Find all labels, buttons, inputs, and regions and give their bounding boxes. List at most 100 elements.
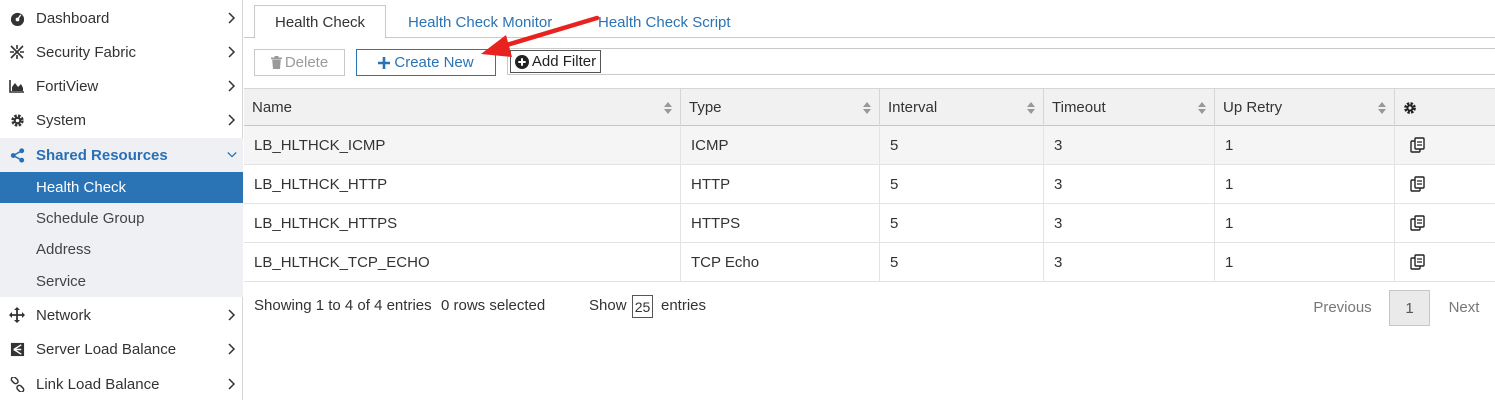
clone-icon	[1410, 254, 1426, 270]
sidebar-item-label: Link Load Balance	[36, 375, 160, 393]
column-settings-button[interactable]	[1395, 89, 1495, 126]
clone-button[interactable]	[1395, 126, 1495, 164]
table-row[interactable]: LB_HLTHCK_TCP_ECHO TCP Echo 5 3 1	[244, 243, 1495, 282]
delete-button[interactable]: Delete	[254, 49, 345, 76]
clone-button[interactable]	[1395, 243, 1495, 281]
cell-up-retry: 1	[1215, 165, 1395, 203]
clone-icon	[1410, 137, 1426, 153]
tab-bar: Health Check Health Check Monitor Health…	[244, 0, 1495, 39]
column-label: Timeout	[1052, 99, 1106, 116]
filter-bar[interactable]	[507, 48, 1495, 75]
cell-interval: 5	[880, 126, 1044, 164]
sidebar-item-label: System	[36, 111, 87, 129]
cell-timeout: 3	[1044, 204, 1215, 242]
sort-icon	[863, 101, 871, 114]
sidebar-item-label: Shared Resources	[36, 146, 168, 164]
table-row[interactable]: LB_HLTHCK_HTTP HTTP 5 3 1	[244, 165, 1495, 204]
entries-summary: Showing 1 to 4 of 4 entries	[254, 297, 432, 314]
sidebar-item-health-check[interactable]: Health Check	[0, 172, 243, 203]
sort-icon	[664, 101, 672, 114]
sidebar-item-fortiview[interactable]: FortiView	[0, 71, 243, 101]
next-page-button[interactable]: Next	[1433, 290, 1495, 325]
previous-page-button[interactable]: Previous	[1300, 290, 1385, 325]
cell-name: LB_HLTHCK_TCP_ECHO	[244, 243, 681, 281]
cell-interval: 5	[880, 165, 1044, 203]
cell-name: LB_HLTHCK_HTTP	[244, 165, 681, 203]
column-header-name[interactable]: Name	[244, 89, 681, 126]
sidebar-item-dashboard[interactable]: Dashboard	[0, 3, 243, 33]
table-row[interactable]: LB_HLTHCK_HTTPS HTTPS 5 3 1	[244, 204, 1495, 243]
trash-icon	[270, 56, 282, 69]
cell-timeout: 3	[1044, 165, 1215, 203]
create-new-button[interactable]: Create New	[356, 49, 496, 76]
create-new-label: Create New	[394, 54, 474, 71]
sidebar-item-label: FortiView	[36, 77, 99, 95]
sidebar-item-label: Server Load Balance	[36, 340, 177, 358]
share-icon	[9, 147, 25, 163]
cell-type: ICMP	[681, 126, 880, 164]
chevron-down-icon	[227, 148, 237, 162]
chevron-right-icon	[227, 342, 237, 356]
tab-health-check-script[interactable]: Health Check Script	[598, 5, 731, 39]
column-label: Type	[689, 99, 722, 116]
cell-up-retry: 1	[1215, 204, 1395, 242]
column-label: Interval	[888, 99, 938, 116]
table-row[interactable]: LB_HLTHCK_ICMP ICMP 5 3 1	[244, 126, 1495, 165]
column-header-type[interactable]: Type	[681, 89, 880, 126]
chevron-right-icon	[227, 308, 237, 322]
sidebar-item-shared-resources[interactable]: Shared Resources	[0, 138, 243, 172]
sidebar-item-address[interactable]: Address	[0, 234, 243, 265]
delete-label: Delete	[284, 54, 329, 71]
sidebar-item-label: Schedule Group	[36, 210, 145, 227]
plus-circle-icon	[514, 54, 529, 69]
tab-label: Health Check	[275, 13, 366, 31]
sort-icon	[1378, 101, 1386, 114]
cell-type: TCP Echo	[681, 243, 880, 281]
tab-label: Health Check Monitor	[408, 13, 553, 31]
sidebar-item-label: Service	[36, 272, 87, 290]
sidebar-item-schedule-group[interactable]: Schedule Group	[0, 203, 243, 234]
chevron-right-icon	[227, 113, 237, 127]
column-label: Up Retry	[1223, 99, 1283, 116]
cell-up-retry: 1	[1215, 126, 1395, 164]
sidebar-item-link-load-balance[interactable]: Link Load Balance	[0, 369, 243, 399]
sidebar-item-security-fabric[interactable]: Security Fabric	[0, 37, 243, 67]
sort-icon	[1027, 101, 1035, 114]
add-filter-button[interactable]: Add Filter	[510, 50, 601, 73]
sidebar-item-label: Dashboard	[36, 9, 110, 27]
clone-button[interactable]	[1395, 204, 1495, 242]
cell-timeout: 3	[1044, 243, 1215, 281]
add-filter-label: Add Filter	[531, 53, 597, 70]
cell-interval: 5	[880, 204, 1044, 242]
tab-health-check[interactable]: Health Check	[254, 5, 387, 39]
sidebar-item-server-load-balance[interactable]: Server Load Balance	[0, 334, 243, 364]
fortiview-icon	[9, 78, 25, 94]
sidebar: Dashboard Security Fabric FortiView Syst…	[0, 0, 243, 400]
cell-timeout: 3	[1044, 126, 1215, 164]
page-number-button[interactable]: 1	[1389, 290, 1430, 326]
tab-health-check-monitor[interactable]: Health Check Monitor	[408, 5, 552, 39]
sidebar-item-label: Network	[36, 306, 92, 324]
sort-icon	[1198, 101, 1206, 114]
column-header-timeout[interactable]: Timeout	[1044, 89, 1215, 126]
chevron-right-icon	[227, 79, 237, 93]
chevron-right-icon	[227, 377, 237, 391]
column-header-interval[interactable]: Interval	[880, 89, 1044, 126]
show-label: Show	[589, 297, 627, 314]
page-size-select[interactable]: 25	[632, 295, 653, 318]
sidebar-item-label: Address	[36, 241, 92, 258]
sidebar-item-network[interactable]: Network	[0, 300, 243, 330]
clone-icon	[1410, 215, 1426, 231]
cell-name: LB_HLTHCK_ICMP	[244, 126, 681, 164]
clone-button[interactable]	[1395, 165, 1495, 203]
column-label: Name	[252, 99, 293, 116]
cell-type: HTTPS	[681, 204, 880, 242]
sidebar-item-service[interactable]: Service	[0, 265, 243, 297]
column-header-up-retry[interactable]: Up Retry	[1215, 89, 1395, 126]
cell-up-retry: 1	[1215, 243, 1395, 281]
cell-type: HTTP	[681, 165, 880, 203]
link-icon	[9, 376, 25, 392]
sidebar-item-system[interactable]: System	[0, 105, 243, 135]
rows-selected: 0 rows selected	[441, 297, 546, 314]
entries-label: entries	[661, 297, 707, 314]
